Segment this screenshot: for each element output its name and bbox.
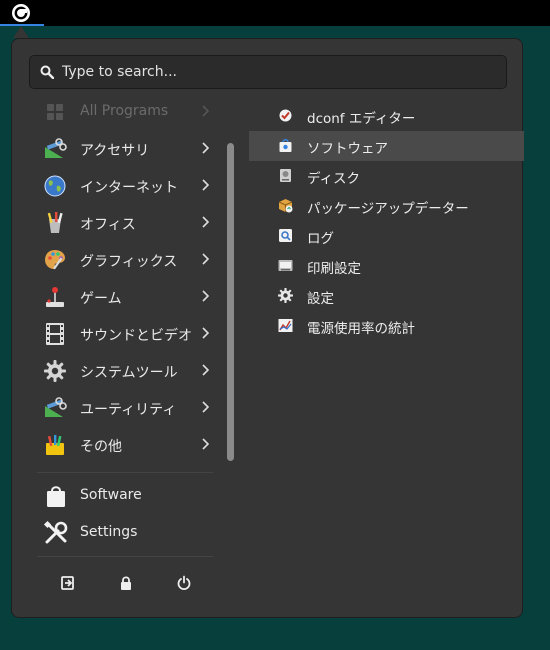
chevron-right-icon — [202, 364, 210, 376]
app-disks[interactable]: ディスク — [249, 161, 524, 191]
palette-icon — [45, 250, 65, 270]
chevron-right-icon — [202, 327, 210, 339]
accessories-icon — [45, 138, 67, 158]
separator — [37, 556, 213, 557]
app-label: ソフトウェア — [307, 141, 388, 157]
globe-icon — [44, 175, 66, 197]
app-print-settings[interactable]: 印刷設定 — [249, 251, 524, 281]
disk-icon — [280, 169, 291, 182]
top-panel — [0, 0, 550, 26]
app-label: パッケージアップデーター — [307, 201, 469, 217]
film-icon — [46, 323, 64, 345]
chevron-right-icon — [202, 142, 210, 154]
category-internet[interactable]: インターネット — [37, 167, 217, 204]
app-label: ディスク — [307, 171, 361, 187]
category-label: All Programs — [80, 103, 169, 119]
app-package-updater[interactable]: パッケージアップデーター — [249, 191, 524, 221]
category-office[interactable]: オフィス — [37, 204, 217, 241]
place-software[interactable]: Software — [37, 477, 217, 514]
place-label: Settings — [80, 524, 138, 540]
place-label: Software — [80, 487, 142, 503]
search-icon — [40, 65, 54, 79]
category-sound-video[interactable]: サウンドとビデオ — [37, 315, 217, 352]
category-label: システムツール — [80, 365, 178, 381]
app-menu-logo-icon — [12, 4, 30, 22]
category-system-tools[interactable]: システムツール — [37, 352, 217, 389]
app-power-statistics[interactable]: 電源使用率の統計 — [249, 311, 524, 341]
category-label: その他 — [80, 439, 122, 455]
category-graphics[interactable]: グラフィックス — [37, 241, 217, 278]
app-software[interactable]: ソフトウェア — [249, 131, 524, 161]
applications-menu-button[interactable] — [0, 0, 44, 26]
category-games[interactable]: ゲーム — [37, 278, 217, 315]
chevron-right-icon — [202, 105, 210, 117]
category-label: ユーティリティ — [80, 402, 177, 418]
application-menu: Type to search... All Programs アクセサリ インタ… — [11, 38, 524, 618]
category-other[interactable]: その他 — [37, 426, 217, 463]
app-dconf-editor[interactable]: dconf エディター — [249, 101, 524, 131]
category-list: All Programs アクセサリ インターネット オフィス グラフィックス … — [37, 93, 217, 463]
logout-icon[interactable] — [60, 575, 76, 591]
category-label: サウンドとビデオ — [80, 328, 192, 344]
joystick-icon — [46, 287, 64, 307]
menu-pointer — [13, 26, 29, 38]
power-icon[interactable] — [176, 575, 192, 591]
gear-icon — [44, 360, 66, 382]
software-icon — [279, 139, 292, 152]
search-box[interactable]: Type to search... — [29, 55, 507, 89]
place-settings[interactable]: Settings — [37, 514, 217, 551]
category-label: ゲーム — [80, 291, 122, 307]
app-logs[interactable]: ログ — [249, 221, 524, 251]
app-settings[interactable]: 設定 — [249, 281, 524, 311]
power-stats-icon — [278, 319, 293, 332]
category-utilities[interactable]: ユーティリティ — [37, 389, 217, 426]
chevron-right-icon — [202, 401, 210, 413]
app-label: 電源使用率の統計 — [307, 321, 415, 337]
other-icon — [46, 435, 64, 455]
app-label: 設定 — [307, 291, 334, 307]
category-all-programs: All Programs — [37, 93, 217, 130]
chevron-right-icon — [202, 179, 210, 191]
package-updater-icon — [278, 199, 293, 213]
chevron-right-icon — [202, 290, 210, 302]
category-label: オフィス — [80, 217, 136, 233]
settings-gear-icon — [278, 288, 293, 303]
office-icon — [47, 212, 63, 233]
category-scrollbar[interactable] — [227, 143, 234, 461]
printer-icon — [278, 260, 293, 271]
lock-icon[interactable] — [118, 575, 134, 591]
category-accessories[interactable]: アクセサリ — [37, 130, 217, 167]
separator — [37, 472, 213, 473]
application-list: dconf エディター ソフトウェア ディスク パッケージアップデーター ログ … — [249, 101, 524, 341]
chevron-right-icon — [202, 253, 210, 265]
chevron-right-icon — [202, 438, 210, 450]
tools-icon — [43, 520, 68, 544]
dconf-icon — [279, 109, 292, 122]
utilities-icon — [45, 397, 67, 417]
shopping-bag-icon — [47, 486, 65, 507]
grid-icon — [47, 104, 63, 120]
logs-icon — [279, 229, 292, 242]
session-actions — [37, 569, 217, 599]
chevron-right-icon — [202, 216, 210, 228]
search-input[interactable]: Type to search... — [62, 64, 177, 80]
category-label: グラフィックス — [80, 254, 178, 270]
app-label: dconf エディター — [307, 111, 416, 127]
app-label: 印刷設定 — [307, 261, 361, 277]
category-label: インターネット — [80, 180, 178, 196]
category-label: アクセサリ — [80, 143, 150, 159]
app-label: ログ — [307, 231, 334, 247]
